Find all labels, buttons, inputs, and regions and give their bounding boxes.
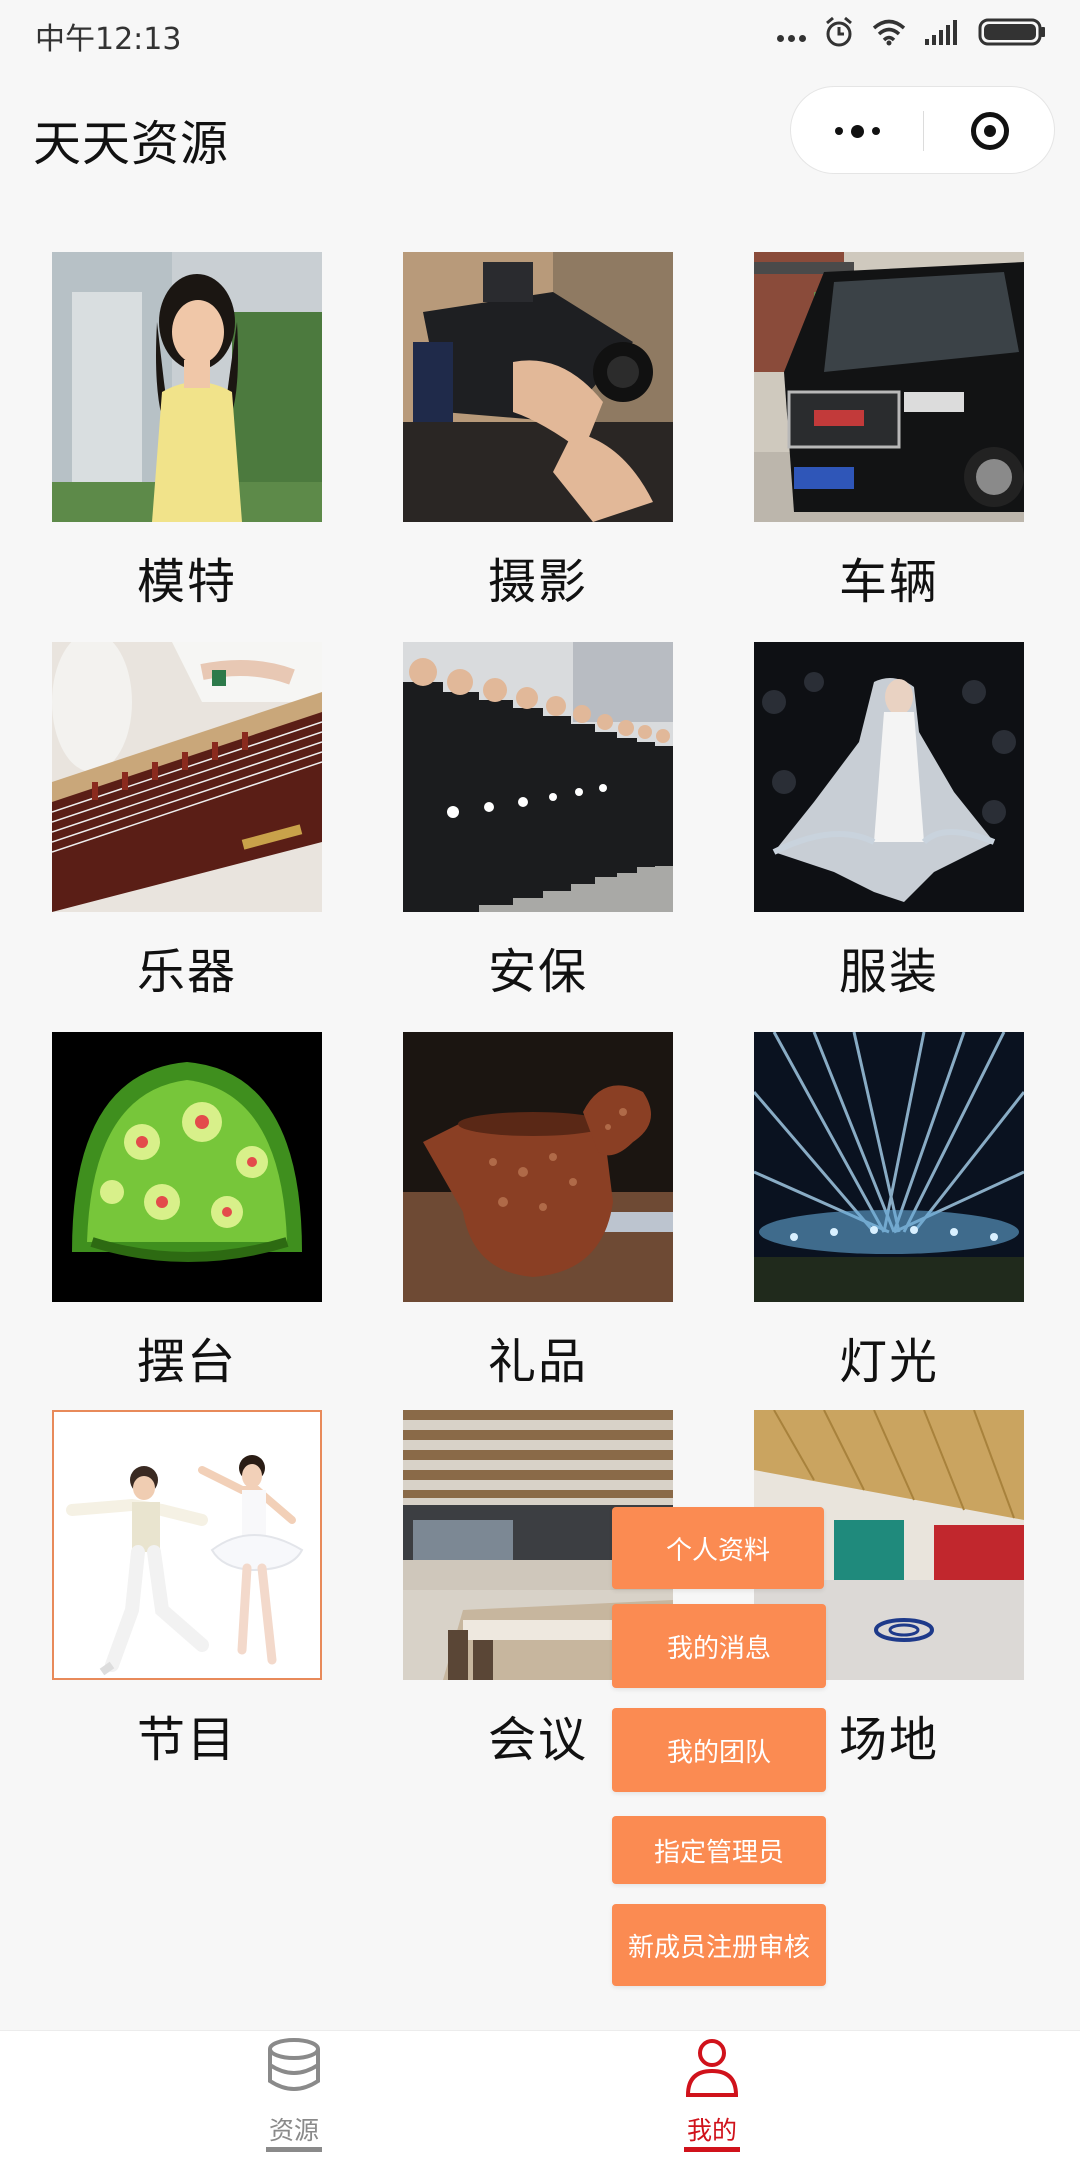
header: 天天资源 <box>0 66 1080 200</box>
category-label: 摄影 <box>487 554 588 610</box>
wifi-icon <box>872 19 906 46</box>
category-label: 模特 <box>136 554 237 610</box>
vehicle-image <box>754 252 1024 522</box>
category-gift[interactable]: 礼品 <box>403 1032 673 1402</box>
menu-item-assign-admin[interactable]: 指定管理员 <box>612 1816 826 1884</box>
category-label: 节目 <box>136 1712 237 1768</box>
category-photography[interactable]: 摄影 <box>403 252 673 622</box>
status-time: 中午12:13 <box>35 22 182 57</box>
security-image <box>403 642 673 912</box>
clothing-image <box>754 642 1024 912</box>
category-lighting[interactable]: 灯光 <box>754 1032 1024 1402</box>
menu-item-messages[interactable]: 我的消息 <box>612 1604 826 1688</box>
status-bar: 中午12:13 <box>0 0 1080 66</box>
tab-label: 我的 <box>686 2116 737 2145</box>
category-label: 车辆 <box>838 554 939 610</box>
close-miniprogram-button[interactable] <box>924 87 1056 175</box>
photography-image <box>403 252 673 522</box>
gift-image <box>403 1032 673 1302</box>
model-image <box>52 252 322 522</box>
category-label: 服装 <box>838 944 939 1000</box>
category-label: 安保 <box>487 944 588 1000</box>
menu-item-profile[interactable]: 个人资料 <box>612 1507 824 1589</box>
category-clothing[interactable]: 服装 <box>754 642 1024 1012</box>
signal-icon <box>925 20 957 45</box>
instrument-image <box>52 642 322 912</box>
category-label: 摆台 <box>136 1334 237 1390</box>
page-title: 天天资源 <box>33 116 230 172</box>
category-instrument[interactable]: 乐器 <box>52 642 322 1012</box>
tab-indicator <box>684 2147 740 2152</box>
category-model[interactable]: 模特 <box>52 252 322 622</box>
category-vehicle[interactable]: 车辆 <box>754 252 1024 622</box>
tab-bar: 资源 我的 <box>0 2030 1080 2161</box>
database-icon <box>268 2038 320 2091</box>
miniprogram-capsule <box>790 86 1055 174</box>
performance-image <box>52 1410 322 1680</box>
table-decoration-image <box>52 1032 322 1302</box>
tab-resources[interactable]: 资源 <box>194 2031 394 2161</box>
lighting-image <box>754 1032 1024 1302</box>
status-icons <box>777 14 1046 50</box>
category-label: 礼品 <box>487 1334 588 1390</box>
menu-item-team[interactable]: 我的团队 <box>612 1708 826 1792</box>
more-button[interactable] <box>791 87 923 175</box>
tab-label: 资源 <box>268 2116 319 2145</box>
battery-icon <box>978 18 1045 46</box>
category-security[interactable]: 安保 <box>403 642 673 1012</box>
menu-item-member-review[interactable]: 新成员注册审核 <box>612 1904 826 1986</box>
category-performance[interactable]: 节目 <box>52 1410 322 1780</box>
more-dots-icon <box>777 22 806 42</box>
category-label: 灯光 <box>838 1334 939 1390</box>
category-table-decoration[interactable]: 摆台 <box>52 1032 322 1402</box>
target-icon <box>971 112 1009 150</box>
more-dot-icon <box>834 127 843 135</box>
more-dot-icon <box>871 127 880 135</box>
alarm-icon <box>826 16 852 47</box>
category-label: 乐器 <box>136 944 237 1000</box>
more-dot-icon <box>850 124 864 138</box>
tab-indicator <box>266 2147 322 2152</box>
user-icon <box>685 2039 739 2097</box>
tab-mine[interactable]: 我的 <box>612 2031 812 2161</box>
